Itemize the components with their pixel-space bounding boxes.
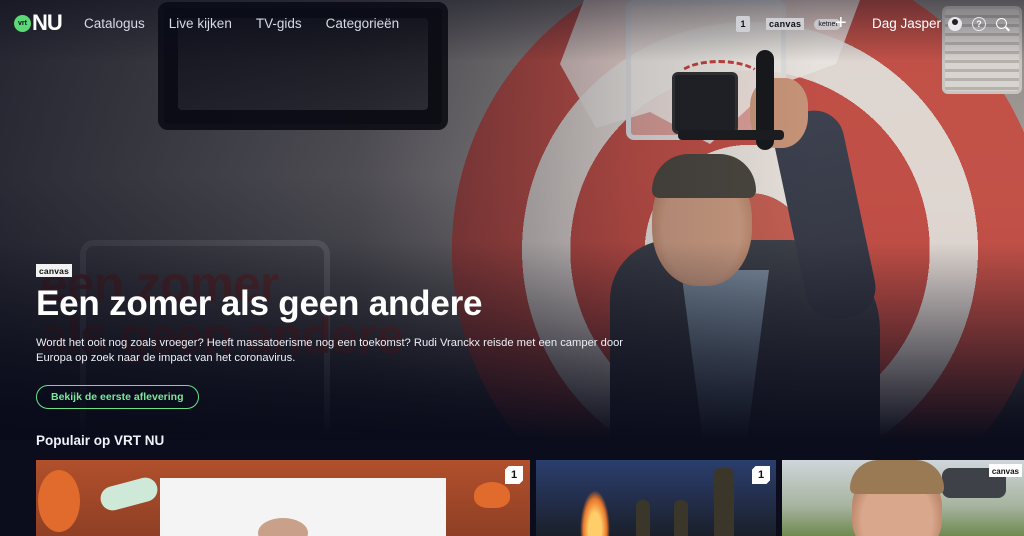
user-greeting[interactable]: Dag Jasper [872, 16, 941, 31]
tile-graphic [714, 468, 734, 536]
hero-brand-badge: canvas [36, 264, 73, 277]
main-menu: Catalogus Live kijken TV-gids Categorieë… [84, 16, 423, 31]
hero-title: Een zomer als geen andere [36, 284, 483, 323]
channel-een-icon[interactable]: 1 [736, 16, 750, 32]
menu-item-categorieen[interactable]: Categorieën [326, 16, 400, 31]
channel-canvas-icon[interactable]: canvas [766, 18, 805, 30]
logo-text: NU [32, 10, 63, 35]
hero-description: Wordt het ooit nog zoals vroeger? Heeft … [36, 337, 624, 364]
tile-graphic [674, 500, 688, 536]
channel-een-badge: 1 [752, 466, 770, 484]
tile-graphic [580, 490, 610, 536]
logo-badge: vrt [14, 14, 31, 32]
channel-links: 1 canvas ketnet [734, 16, 842, 32]
program-tile[interactable]: canvas [782, 460, 1024, 536]
search-icon[interactable] [996, 18, 1007, 29]
tile-graphic [474, 482, 510, 508]
tile-graphic [850, 460, 944, 494]
channel-canvas-badge: canvas [988, 464, 1022, 477]
hero-shade [0, 0, 1024, 440]
menu-item-live-kijken[interactable]: Live kijken [169, 16, 232, 31]
tile-graphic [38, 470, 80, 532]
menu-item-tv-gids[interactable]: TV-gids [256, 16, 302, 31]
tile-graphic [636, 500, 650, 536]
tile-graphic [97, 474, 161, 514]
menu-item-catalogus[interactable]: Catalogus [84, 16, 145, 31]
profile-icon[interactable] [948, 17, 962, 31]
program-tile[interactable]: 1 [536, 460, 776, 536]
vrt-nu-logo[interactable]: vrt NU [14, 10, 63, 35]
channel-een-badge: 1 [505, 466, 523, 484]
section-title-popular: Populair op VRT NU [36, 433, 165, 448]
top-nav: vrt NU Catalogus Live kijken TV-gids Cat… [0, 0, 1024, 48]
watch-first-episode-button[interactable]: Bekijk de eerste aflevering [36, 385, 199, 409]
hero-banner[interactable]: een zomerals geen andere [0, 0, 1024, 440]
popular-carousel: 1 1 canvas [36, 460, 1024, 536]
help-icon[interactable]: ? [972, 17, 986, 31]
program-tile[interactable]: 1 [36, 460, 530, 536]
plus-icon[interactable]: + [835, 13, 847, 33]
